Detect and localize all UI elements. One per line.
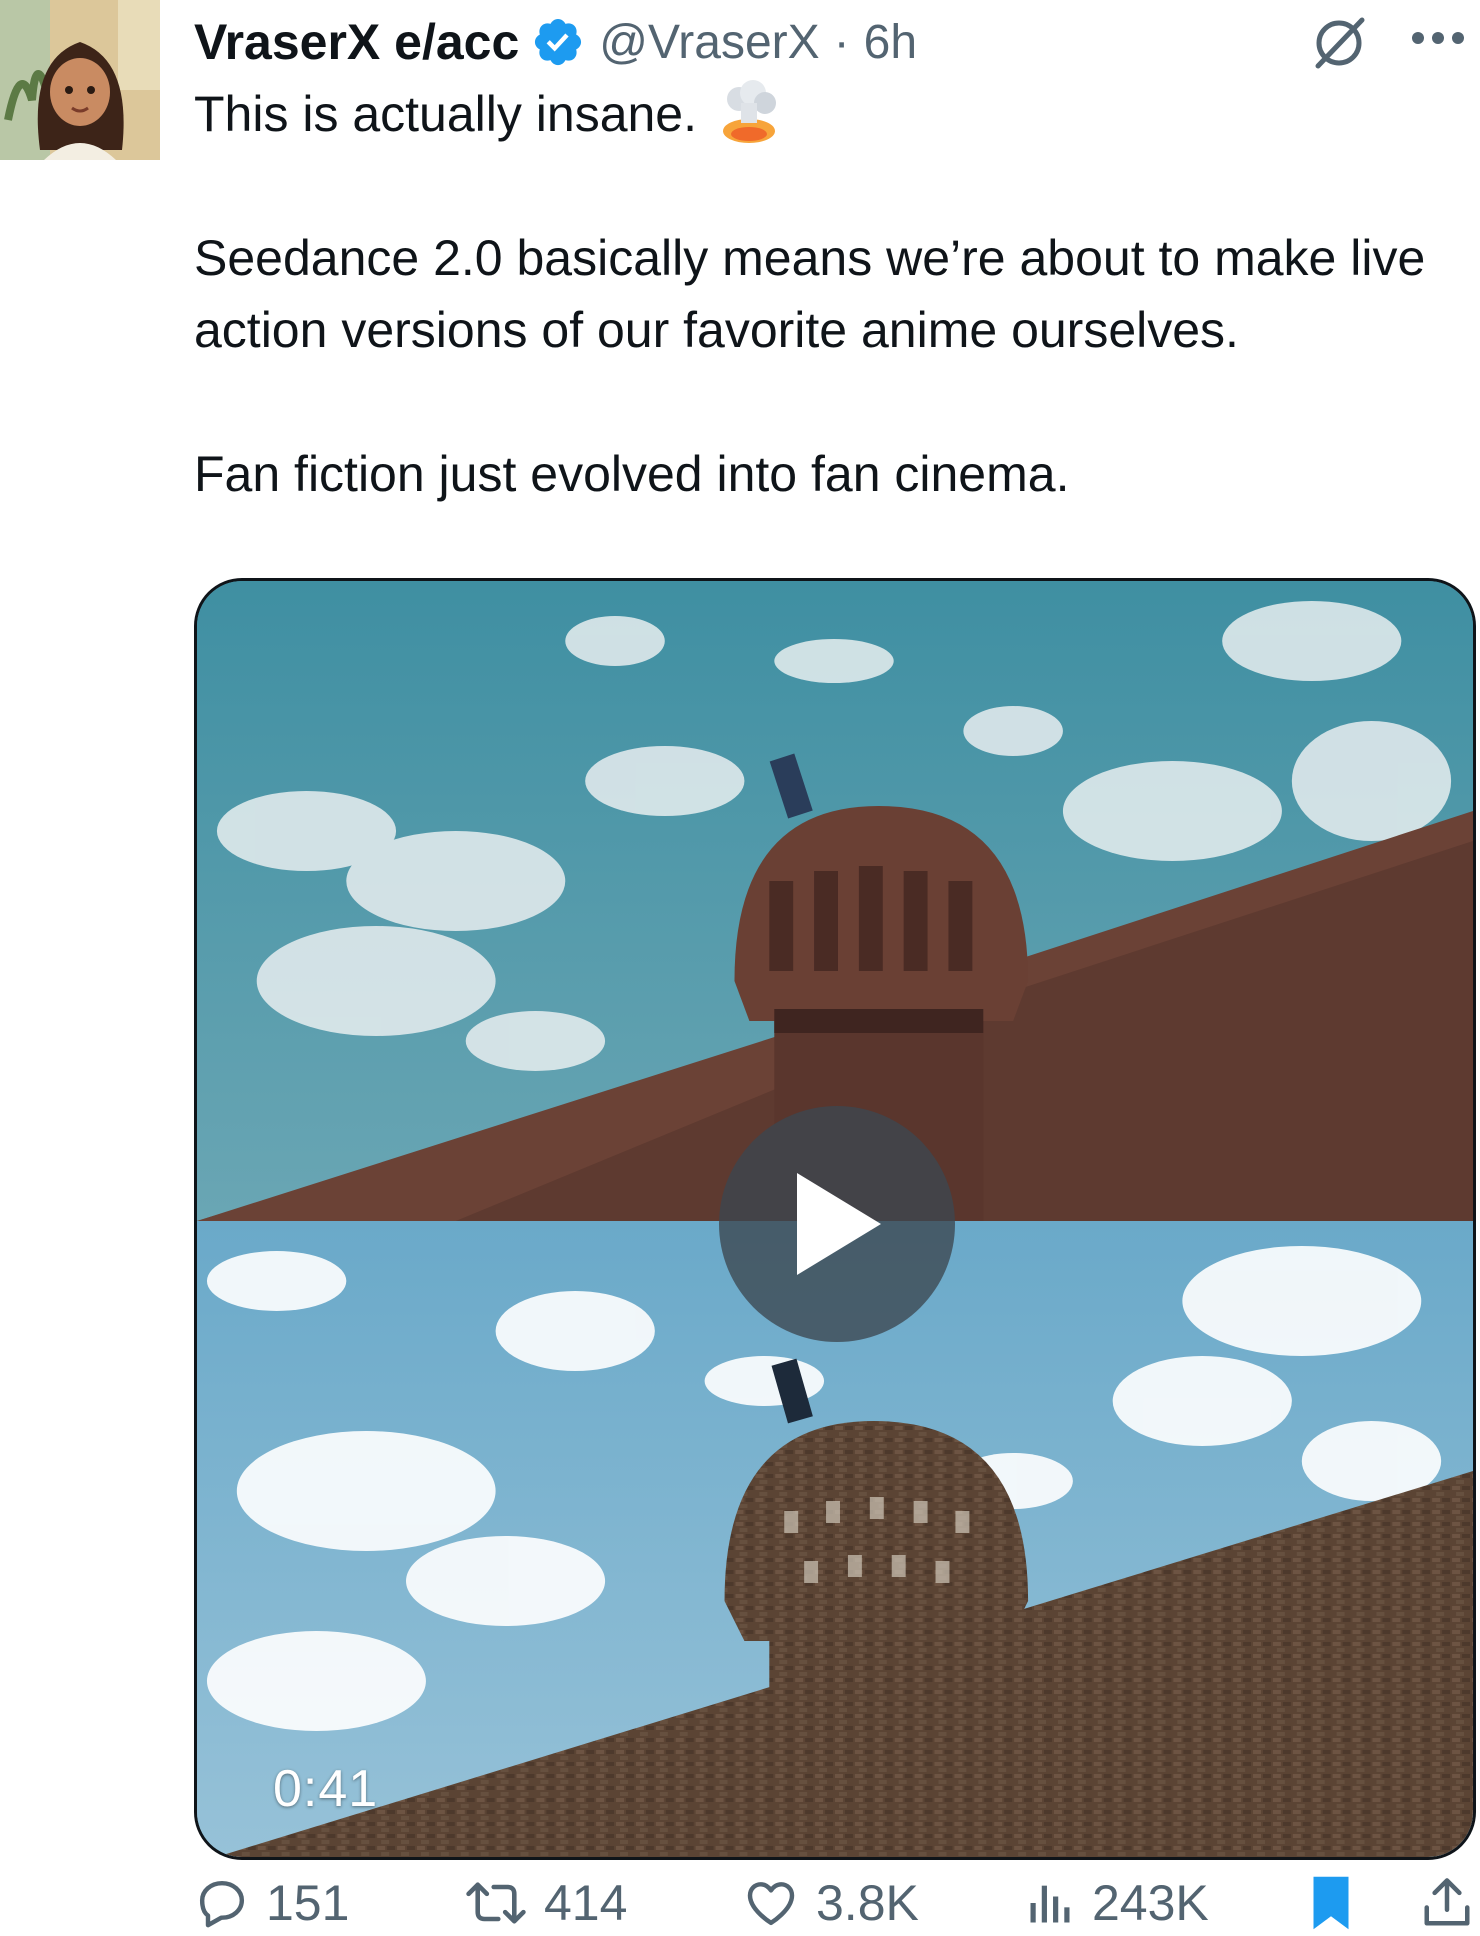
tweet-line-1-text: This is actually insane. xyxy=(194,86,698,142)
share-button[interactable] xyxy=(1420,1870,1474,1936)
post-time[interactable]: 6h xyxy=(864,15,917,70)
avatar[interactable] xyxy=(0,0,160,160)
heart-icon xyxy=(747,1882,795,1926)
display-name[interactable]: VraserX e/acc xyxy=(194,13,519,71)
share-icon xyxy=(1424,1878,1470,1926)
repost-button[interactable]: 414 xyxy=(464,1870,627,1936)
reply-count: 151 xyxy=(266,1875,350,1931)
tweet-header: VraserX e/acc @VraserX · 6h xyxy=(194,10,917,74)
bookmark-button[interactable] xyxy=(1306,1870,1356,1936)
grok-icon[interactable] xyxy=(1308,12,1370,74)
repost-count: 414 xyxy=(544,1875,628,1931)
play-icon xyxy=(797,1173,881,1275)
like-count: 3.8K xyxy=(816,1875,919,1931)
bookmark-icon xyxy=(1313,1876,1349,1930)
verified-badge-icon xyxy=(535,18,582,66)
reply-icon xyxy=(199,1880,245,1928)
video-player[interactable]: 0:41 xyxy=(194,578,1476,1860)
tweet-line-1: This is actually insane. xyxy=(194,78,1454,150)
reply-button[interactable]: 151 xyxy=(194,1870,349,1936)
exploding-head-emoji-icon xyxy=(723,80,777,143)
views-button[interactable]: 243K xyxy=(1024,1870,1209,1936)
play-button[interactable] xyxy=(719,1106,955,1342)
like-button[interactable]: 3.8K xyxy=(742,1870,919,1936)
action-bar: 151 414 3.8K 243K xyxy=(194,1870,1480,1936)
tweet-paragraph-2: Seedance 2.0 basically means we’re about… xyxy=(194,230,1426,358)
more-options-icon[interactable] xyxy=(1410,28,1466,48)
video-duration: 0:41 xyxy=(273,1760,379,1818)
tweet-text: This is actually insane. Seedance 2.0 ba… xyxy=(194,78,1454,510)
tweet-paragraph-3: Fan fiction just evolved into fan cinema… xyxy=(194,446,1070,502)
views-chart-icon xyxy=(1030,1885,1070,1923)
repost-icon xyxy=(466,1882,526,1924)
views-count: 243K xyxy=(1092,1875,1209,1931)
author-handle[interactable]: @VraserX xyxy=(599,15,819,70)
separator-dot: · xyxy=(833,15,850,69)
